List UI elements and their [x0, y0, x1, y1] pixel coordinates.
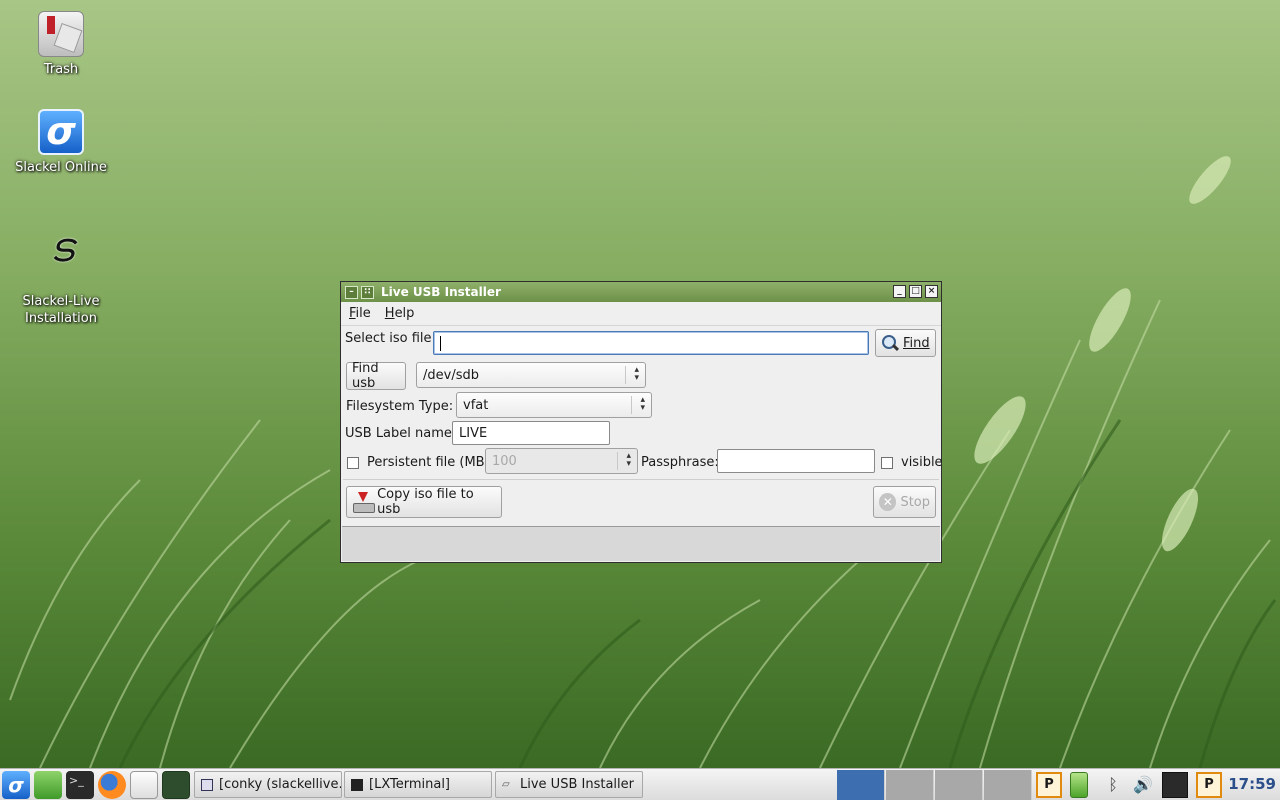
search-icon [881, 334, 899, 352]
chevron-updown-icon: ▴ ▾ [631, 396, 645, 414]
menu-help[interactable]: Help [385, 306, 415, 321]
desktop-pager-3[interactable] [935, 770, 983, 800]
app-icon: ▱ [502, 778, 510, 790]
find-iso-button[interactable]: Find [875, 329, 936, 357]
close-button[interactable]: × [925, 285, 938, 298]
taskbar-task-conky[interactable]: [conky (slackellive... [194, 771, 342, 798]
desktop-pager-4[interactable] [984, 770, 1032, 800]
window-menu-icon[interactable]: – [345, 285, 358, 299]
live-usb-installer-window: – ∷ Live USB Installer _ □ × File Help S… [340, 281, 943, 563]
slackel-online-icon: σ [38, 109, 84, 155]
desktop-icon-label: Trash [43, 62, 79, 77]
desktop-icon-trash[interactable]: Trash [11, 11, 111, 78]
clock[interactable]: 17:59 [1228, 775, 1276, 793]
text-caret [440, 335, 441, 351]
persistent-size-spinner[interactable]: 100 ▴ ▾ [485, 448, 638, 474]
desktop-icon-slackel-live[interactable]: ട Slackel-Live Installation [11, 209, 111, 344]
menubar: File Help [341, 302, 941, 326]
copy-iso-button[interactable]: Copy iso file to usb [346, 486, 502, 518]
visible-label: visible [901, 455, 943, 470]
persistent-file-label: Persistent file (MB): [367, 455, 495, 470]
status-bar [342, 526, 940, 561]
taskbar-task-live-usb-installer[interactable]: ▱ Live USB Installer [495, 771, 643, 798]
window-titlebar[interactable]: – ∷ Live USB Installer _ □ × [341, 282, 941, 302]
text-editor-icon[interactable] [130, 771, 158, 799]
terminal-icon [351, 778, 363, 791]
network-icon[interactable] [1162, 772, 1188, 798]
iso-file-input[interactable] [433, 331, 869, 355]
divider [343, 479, 939, 480]
filesystem-label: Filesystem Type: [346, 399, 454, 414]
persistent-checkbox[interactable] [347, 456, 359, 469]
passphrase-label: Passphrase: [641, 455, 719, 470]
usb-label-input[interactable]: LIVE [452, 421, 610, 445]
system-monitor-icon[interactable] [162, 771, 190, 799]
package-manager-icon[interactable]: P [1196, 772, 1222, 798]
chevron-updown-icon: ▴ ▾ [617, 452, 631, 470]
menu-launcher-icon[interactable]: σ [2, 771, 30, 799]
desktop-icon-label: Slackel-Live Installation [22, 294, 100, 326]
window-icon [201, 778, 213, 791]
bluetooth-icon[interactable]: ᛒ [1100, 772, 1126, 798]
filesystem-select[interactable]: vfat ▴ ▾ [456, 392, 652, 418]
package-updater-icon[interactable]: P [1036, 772, 1062, 798]
window-sticky-icon[interactable]: ∷ [361, 285, 374, 299]
home-folder-icon[interactable] [34, 771, 62, 799]
maximize-button[interactable]: □ [909, 285, 922, 298]
taskbar: σ >_ [conky (slackellive... [LXTerminal]… [0, 768, 1280, 800]
firefox-icon[interactable] [98, 771, 126, 799]
visible-checkbox[interactable] [881, 456, 893, 469]
find-usb-button[interactable]: Find usb [346, 361, 406, 391]
desktop-icon-slackel-online[interactable]: σ Slackel Online [11, 109, 111, 176]
volume-icon[interactable]: 🔊 [1130, 772, 1156, 798]
usb-device-select[interactable]: /dev/sdb ▴ ▾ [416, 362, 646, 388]
passphrase-input[interactable] [717, 449, 875, 473]
battery-icon[interactable] [1070, 772, 1088, 798]
slackel-live-icon: ട [49, 225, 73, 271]
terminal-icon[interactable]: >_ [66, 771, 94, 799]
chevron-updown-icon: ▴ ▾ [625, 366, 639, 384]
stop-icon: ✕ [879, 493, 897, 511]
download-icon [352, 492, 376, 513]
window-title: Live USB Installer [381, 285, 501, 299]
desktop-icon-label: Slackel Online [15, 160, 107, 175]
menu-file[interactable]: File [349, 306, 371, 321]
trash-icon [38, 11, 84, 57]
desktop-pager-1[interactable] [837, 770, 885, 800]
stop-button[interactable]: ✕ Stop [873, 486, 936, 518]
desktop-pager-2[interactable] [886, 770, 934, 800]
usb-label-name-label: USB Label name: [345, 426, 457, 441]
taskbar-task-lxterminal[interactable]: [LXTerminal] [344, 771, 492, 798]
iso-file-label: Select iso file: [345, 331, 436, 346]
minimize-button[interactable]: _ [893, 285, 906, 298]
